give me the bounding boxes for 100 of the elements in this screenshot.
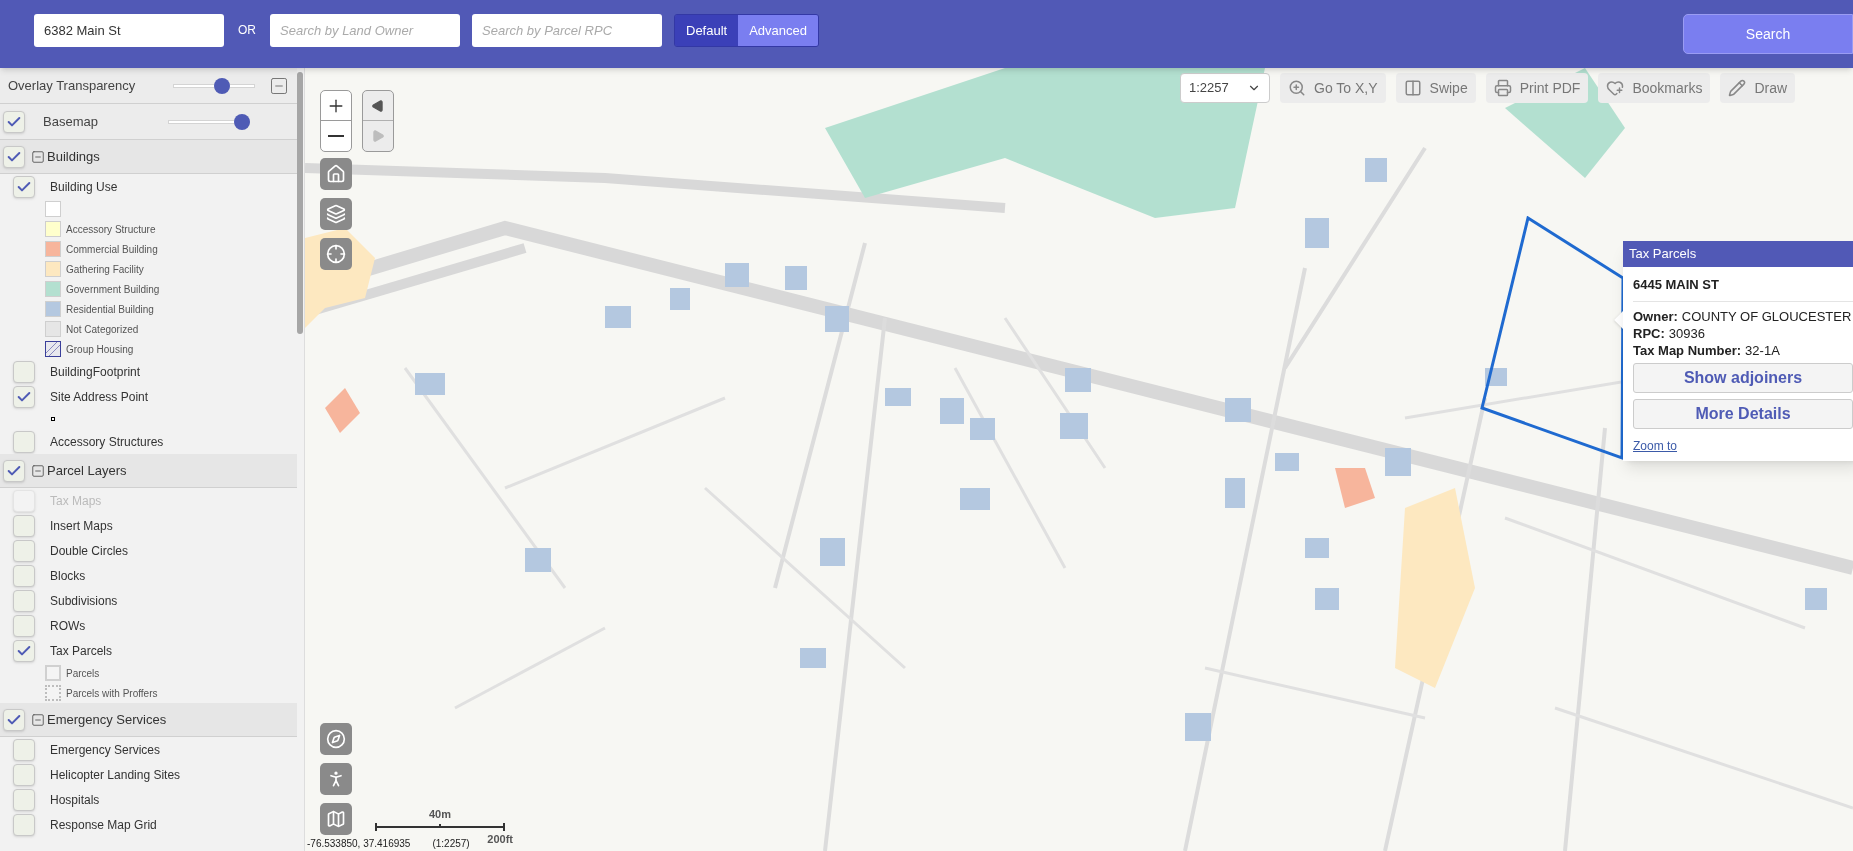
layer-label: ROWs: [50, 617, 86, 635]
group-label: Buildings: [47, 147, 100, 166]
locate-button[interactable]: [320, 238, 352, 270]
left-triangle-icon: [371, 98, 385, 113]
legend-label: Gathering Facility: [66, 262, 144, 277]
rpc-search-field[interactable]: Search by Parcel RPC: [472, 14, 662, 47]
slider[interactable]: [173, 76, 255, 95]
search-button[interactable]: Search: [1683, 14, 1853, 54]
layer-label: Response Map Grid: [50, 816, 157, 834]
checkbox[interactable]: [3, 110, 25, 133]
field-value: COUNTY OF GLOUCESTER: [1681, 307, 1852, 325]
heart-plus-icon: [1606, 79, 1625, 97]
layer-label: Subdivisions: [50, 592, 118, 610]
layer-label: Accessory Structures: [50, 433, 164, 451]
minus-icon: [328, 135, 344, 137]
scale-select[interactable]: 1:2257: [1180, 73, 1270, 103]
popup-title: Tax Parcels: [1629, 245, 1697, 264]
hatch-swatch-icon: [45, 341, 61, 357]
toolbar-button[interactable]: Print PDF: [1485, 73, 1589, 103]
coordinates-text: -76.533850, 37.416935: [307, 837, 411, 851]
overlay-transparency-label: Overlay Transparency: [8, 76, 137, 95]
layer-label: Emergency Services: [50, 741, 161, 759]
layer-label: BuildingFootprint: [50, 363, 141, 381]
scale-imperial-label: 200ft: [487, 831, 513, 847]
printer-icon: [1493, 79, 1512, 97]
layers-button[interactable]: [320, 198, 352, 230]
layer-label: Site Address Point: [50, 388, 149, 406]
checkbox[interactable]: [13, 738, 35, 761]
collapse-group-icon[interactable]: [31, 463, 45, 478]
toolbar-button[interactable]: Swipe: [1395, 73, 1476, 103]
street-view-button[interactable]: [320, 763, 352, 795]
popup-button[interactable]: More Details: [1633, 398, 1853, 429]
checkbox[interactable]: [13, 763, 35, 786]
mode-toggle[interactable]: Default: [675, 15, 739, 46]
slider-thumb[interactable]: [233, 113, 250, 130]
scrollbar-thumb[interactable]: [297, 72, 303, 334]
zoom-to-link[interactable]: Zoom to: [1633, 436, 1677, 455]
basemap-button[interactable]: [320, 803, 352, 835]
address-field[interactable]: 6382 Main St: [34, 14, 224, 47]
scale-text: (1:2257): [432, 837, 470, 851]
layers-icon: [326, 204, 346, 224]
legend-label: Accessory Structure: [66, 222, 156, 237]
home-icon: [326, 164, 346, 184]
group-label: Emergency Services: [47, 710, 167, 729]
crosshair-icon: [326, 244, 346, 264]
collapse-group-icon[interactable]: [31, 149, 45, 164]
slider-thumb[interactable]: [214, 77, 231, 94]
field-label: Tax Map Number:: [1633, 341, 1742, 359]
compass-icon: [326, 729, 346, 749]
swipe-icon: [1403, 79, 1422, 97]
checkbox[interactable]: [13, 589, 35, 612]
toolbar-button[interactable]: Draw: [1720, 73, 1796, 103]
checkbox[interactable]: [3, 459, 25, 482]
checkbox[interactable]: [13, 788, 35, 811]
legend-label: Commercial Building: [66, 242, 158, 257]
or-label: OR: [237, 22, 257, 39]
group-label: Parcel Layers: [47, 461, 127, 480]
mode-toggle[interactable]: Advanced: [738, 15, 819, 46]
checkbox[interactable]: [13, 539, 35, 562]
field-label: RPC:: [1633, 324, 1665, 342]
outline-swatch: [45, 665, 61, 681]
checkbox[interactable]: [13, 175, 35, 198]
legend-label: Parcels: [66, 666, 100, 681]
checkbox[interactable]: [3, 708, 25, 731]
layer-label: Building Use: [50, 178, 118, 196]
slider[interactable]: [168, 112, 250, 131]
checkbox[interactable]: [13, 385, 35, 408]
collapse-group-icon[interactable]: [31, 712, 45, 727]
layer-label: Tax Parcels: [50, 642, 113, 660]
field-value: 30936: [1668, 324, 1705, 342]
home-button[interactable]: [320, 158, 352, 190]
toolbar-button[interactable]: Go To X,Y: [1280, 73, 1386, 103]
layer-label: Double Circles: [50, 542, 129, 560]
popup-button[interactable]: Show adjoiners: [1633, 362, 1853, 393]
layer-label: Blocks: [50, 567, 86, 585]
compass-button[interactable]: [320, 723, 352, 755]
magnifier-icon: [1288, 79, 1306, 97]
checkbox[interactable]: [13, 514, 35, 537]
checkbox[interactable]: [13, 360, 35, 383]
layer-label: Helicopter Landing Sites: [50, 766, 181, 784]
parcel-address: 6445 MAIN ST: [1633, 275, 1853, 302]
layer-label: Hospitals: [50, 791, 100, 809]
dotted-swatch: [45, 685, 61, 701]
toolbar-button[interactable]: Bookmarks: [1598, 73, 1711, 103]
scale-metric-label: 40m: [429, 807, 451, 822]
checkbox[interactable]: [13, 813, 35, 836]
folded-map-icon: [326, 809, 346, 829]
checkbox[interactable]: [3, 145, 25, 168]
point-icon: [51, 417, 55, 421]
checkbox[interactable]: [13, 614, 35, 637]
checkbox[interactable]: [13, 430, 35, 453]
owner-search-field[interactable]: Search by Land Owner: [270, 14, 460, 47]
layer-label: Insert Maps: [50, 517, 113, 535]
checkbox[interactable]: [13, 564, 35, 587]
legend-label: Government Building: [66, 282, 160, 297]
right-triangle-icon: [371, 129, 385, 143]
basemap-label: Basemap: [43, 112, 99, 131]
checkbox[interactable]: [13, 639, 35, 662]
collapse-icon[interactable]: [269, 75, 289, 96]
legend-label: Not Categorized: [66, 322, 139, 337]
